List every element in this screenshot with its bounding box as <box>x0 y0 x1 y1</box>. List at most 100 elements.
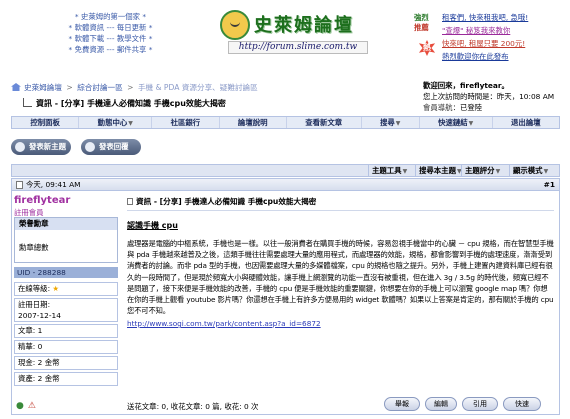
breadcrumb-separator: > <box>66 83 73 92</box>
breadcrumb-item[interactable]: 手機 & PDA 資源分享、疑難討論區 <box>138 83 258 92</box>
post-time: 今天, 09:41 AM <box>26 180 81 189</box>
promo-link[interactable]: 快來吧, 租屋只要 200元! <box>442 38 525 49</box>
promo-left[interactable]: * 史萊姆的第一個家 * * 軟體資訊 --- 每日更新 * * 軟體下載 --… <box>48 11 173 55</box>
stat-label: 在線等級: <box>18 284 51 293</box>
navigation-panel: 史萊姆論壇 > 綜合討論一區 > 手機 & PDA 資源分享、疑難討論區 資訊 … <box>11 78 560 114</box>
promo-left-line: * 免費資源 --- 郵件共享 * <box>68 45 153 54</box>
dropdown-caret-icon: ▼ <box>495 168 501 175</box>
flower-stats: 送花文章: 0, 收花文章: 0 篇, 收花: 0 次 <box>127 402 259 411</box>
honor-count-label: 勳章總數 <box>19 243 49 252</box>
nav-item-search[interactable]: 搜尋▼ <box>362 117 420 128</box>
promo-link[interactable]: 熱烈歡迎你在此發布 <box>442 51 509 62</box>
online-status-icon: ● <box>16 401 24 411</box>
breadcrumb-item[interactable]: 史萊姆論壇 <box>24 83 62 92</box>
breadcrumb-separator: > <box>127 83 134 92</box>
reply-button[interactable]: 發表回覆 <box>81 139 141 155</box>
nav-label: 動態中心 <box>97 118 128 127</box>
promo-left-line: * 史萊姆的第一個家 * <box>74 12 147 21</box>
nav-label: 社區銀行 <box>170 118 201 127</box>
stat-value: 2007-12-14 <box>18 311 61 320</box>
dropdown-caret-icon: ▼ <box>468 120 474 127</box>
post-subject-text: 資訊 - [分享] 手機達人必備知識 手機cpu效能大揭密 <box>136 197 317 206</box>
nav-label: 快速鏈結 <box>438 118 468 127</box>
nav-label: 搜尋 <box>379 118 395 127</box>
user-id: UID - 288288 <box>14 267 118 278</box>
site-logo[interactable]: 史萊姆論壇 http://forum.slime.com.tw <box>218 10 368 54</box>
last-visit-text: 您上次訪問的時間是：昨天，10:08 AM <box>423 92 555 101</box>
nav-label: 查看新文章 <box>305 118 343 127</box>
new-thread-button[interactable]: 發表新主題 <box>11 139 71 155</box>
promo-left-line: * 軟體資訊 --- 每日更新 * <box>68 23 153 32</box>
main-navbar: 控制面板 動態中心▼ 社區銀行 論壇說明 查看新文章 搜尋▼ 快速鏈結▼ 退出論… <box>11 116 560 129</box>
dropdown-caret-icon: ▼ <box>402 168 408 175</box>
page: * 史萊姆的第一個家 * * 軟體資訊 --- 每日更新 * * 軟體下載 --… <box>0 0 570 419</box>
stat-label: 精華: <box>18 342 36 351</box>
honor-box: 榮譽勳章 勳章總數 <box>14 217 118 263</box>
stat-value: 2 金幣 <box>37 374 60 383</box>
tool-label: 主題工具 <box>372 166 402 175</box>
stat-value: 0 <box>37 342 43 351</box>
nav-item-help[interactable]: 論壇說明 <box>220 117 287 128</box>
post-body: 處理器是電腦的中樞系統，手機也是一樣。以往一般消費者在購買手機的時候，容易忽視手… <box>127 239 554 316</box>
report-button[interactable]: 舉報 <box>384 397 420 411</box>
quick-reply-button[interactable]: 快速 <box>503 397 541 411</box>
dropdown-caret-icon: ▼ <box>543 168 549 175</box>
stat-row-posts: 文章: 1 <box>14 324 118 338</box>
home-icon[interactable] <box>11 83 21 91</box>
promo-link[interactable]: 租客們, 快來租我吧, 急哦! <box>442 12 528 23</box>
promo-tag-recommend: 推薦 <box>414 23 429 32</box>
post-subject: 資訊 - [分享] 手機達人必備知識 手機cpu效能大揭密 <box>127 195 554 211</box>
promo-link[interactable]: "查爆" 秘笈我來教你 <box>442 25 510 36</box>
post-footer-icons: ● ⚠ <box>16 401 36 411</box>
stat-row-level: 在線等級: ★ <box>14 282 118 296</box>
welcome-text: 歡迎回來，fireflytear。 <box>423 81 509 90</box>
edit-button[interactable]: 編輯 <box>425 397 457 411</box>
nav-item-logout[interactable]: 退出論壇 <box>493 117 559 128</box>
logo-title: 史萊姆論壇 <box>254 15 354 36</box>
thread-title: 資訊 - [分享] 手機達人必備知識 手機cpu效能大揭密 <box>23 98 226 109</box>
stat-label: 註冊日期: <box>18 300 51 309</box>
thread-tools-menu[interactable]: 主題工具▼ <box>368 165 415 176</box>
nav-label: 控制面板 <box>30 118 60 127</box>
nav-label: 論壇說明 <box>237 118 268 127</box>
nav-item-bank[interactable]: 社區銀行 <box>152 117 220 128</box>
stat-value: 1 <box>37 326 43 335</box>
stat-row-essence: 精華: 0 <box>14 340 118 354</box>
hot-badge-icon: 熱 <box>418 40 436 56</box>
logo-box: 史萊姆論壇 <box>218 10 368 40</box>
nav-item-activity-center[interactable]: 動態中心▼ <box>79 117 153 128</box>
stat-label: 資產: <box>18 374 36 383</box>
logo-url: http://forum.slime.com.tw <box>228 41 368 54</box>
folder-icon <box>23 98 32 107</box>
display-mode-menu[interactable]: 顯示模式▼ <box>509 165 561 176</box>
dropdown-caret-icon: ▼ <box>128 120 133 127</box>
breadcrumb-item[interactable]: 綜合討論一區 <box>77 83 123 92</box>
thread-tools-bar: 主題工具▼ 搜尋本主題▼ 主題評分▼ 顯示模式▼ <box>11 164 560 177</box>
nav-item-control-panel[interactable]: 控制面板 <box>12 117 80 128</box>
quote-button[interactable]: 引用 <box>462 397 498 411</box>
user-panel: 歡迎回來，fireflytear。 您上次訪問的時間是：昨天，10:08 AM … <box>423 80 563 113</box>
author-stats: 在線等級: ★ 註冊日期: 2007-12-14 文章: 1 精華: 0 現金: … <box>14 282 118 388</box>
document-icon <box>127 198 133 205</box>
report-warning-icon[interactable]: ⚠ <box>28 401 36 411</box>
stat-label: 現金: <box>18 358 36 367</box>
author-name[interactable]: fireflytear <box>14 195 70 206</box>
stat-label: 文章: <box>18 326 36 335</box>
post-icon <box>16 181 23 189</box>
post-header: 今天, 09:41 AM #1 <box>12 179 559 191</box>
stat-row-cash: 現金: 2 金幣 <box>14 356 118 370</box>
nav-item-quick-links[interactable]: 快速鏈結▼ <box>420 117 493 128</box>
rate-thread-menu[interactable]: 主題評分▼ <box>461 165 509 176</box>
source-link[interactable]: http://www.sogi.com.tw/park/content.asp?… <box>127 319 321 328</box>
search-thread-menu[interactable]: 搜尋本主題▼ <box>415 165 462 176</box>
stat-row-assets: 資產: 2 金幣 <box>14 372 118 386</box>
post-number[interactable]: #1 <box>544 180 555 190</box>
member-info-label: 會員導航： <box>423 103 460 112</box>
post: 今天, 09:41 AM #1 fireflytear 註冊會員 榮譽勳章 勳章… <box>11 178 560 415</box>
thread-title-text: 資訊 - [分享] 手機達人必備知識 手機cpu效能大揭密 <box>36 99 226 108</box>
post-heading: 認識手機 cpu <box>127 221 178 230</box>
honor-title: 榮譽勳章 <box>15 218 117 230</box>
member-info-value[interactable]: 已登陸 <box>460 103 482 112</box>
nav-label: 退出論壇 <box>511 118 541 127</box>
nav-item-new-posts[interactable]: 查看新文章 <box>287 117 362 128</box>
